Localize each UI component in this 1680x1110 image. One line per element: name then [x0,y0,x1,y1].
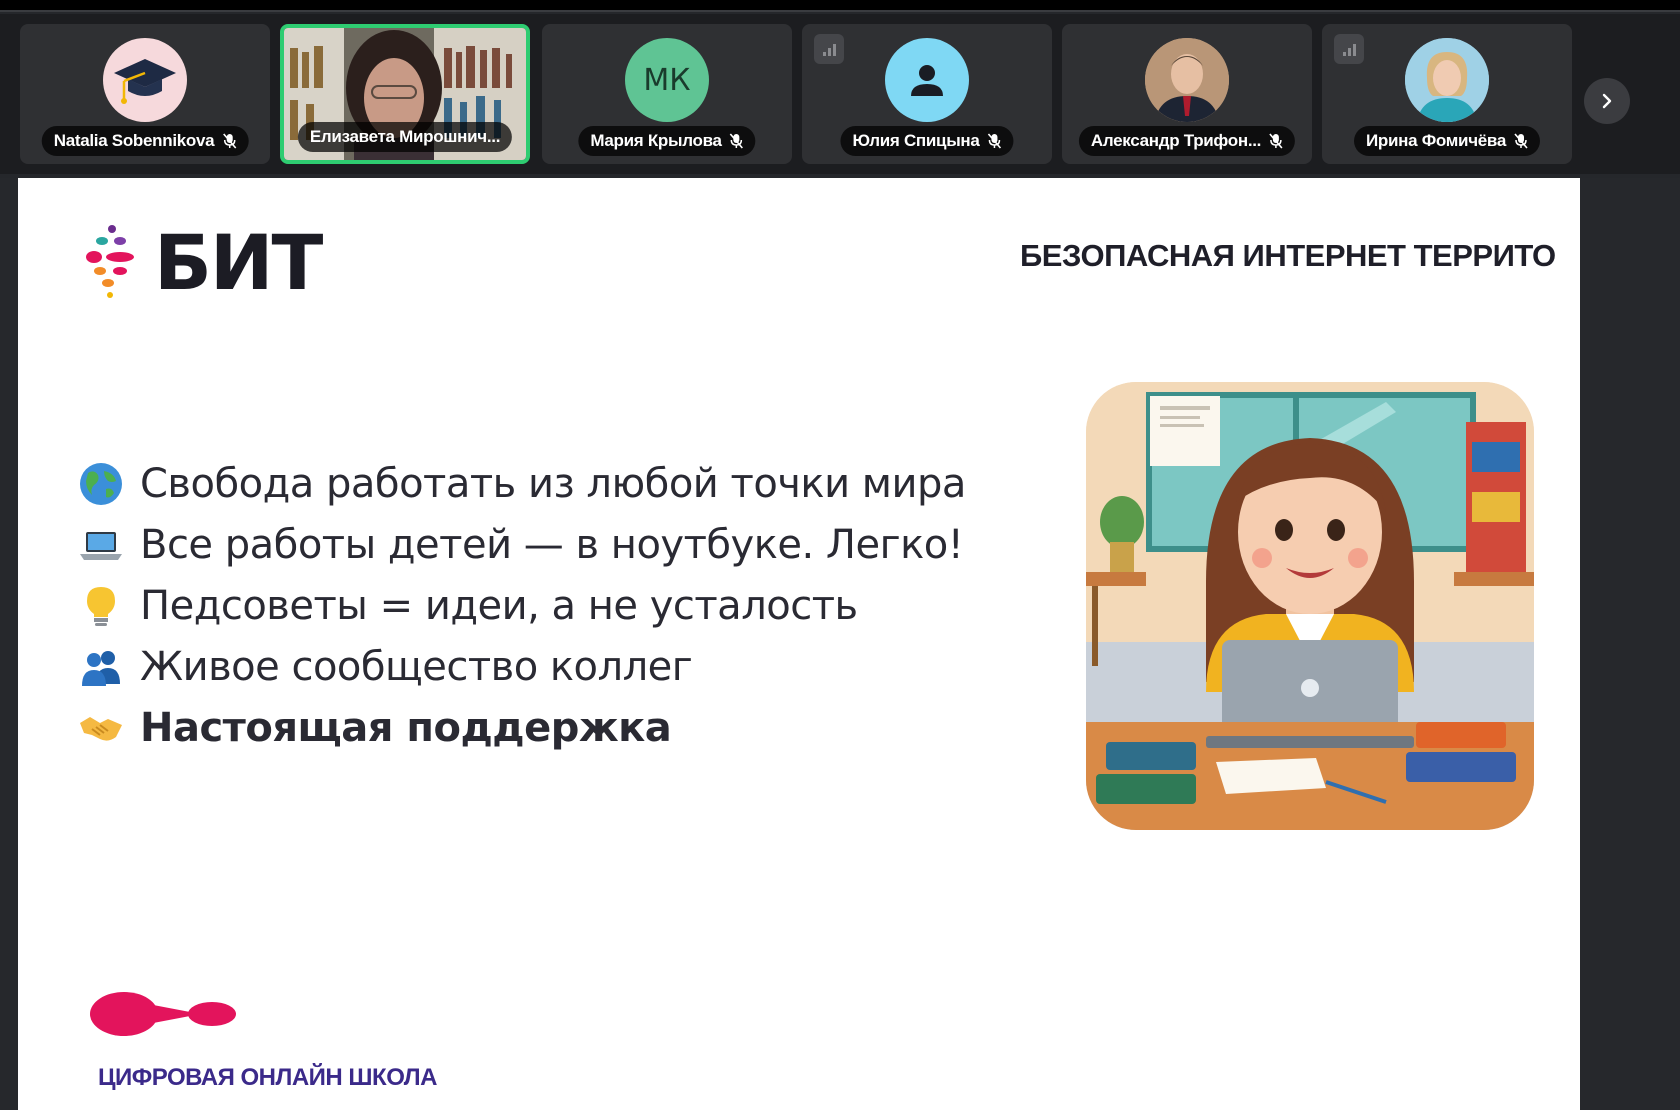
list-item: Педсоветы = идеи, а не усталость [76,575,966,636]
bullet-text: Педсоветы = идеи, а не усталость [140,582,858,629]
participant-name-pill: Юлия Спицына [840,126,1014,156]
person-avatar [885,38,969,122]
participant-name-pill: Natalia Sobennikova [41,126,249,156]
school-logo-mark [88,984,238,1049]
handshake-icon [76,703,126,753]
graduation-cap-avatar [103,38,187,122]
bit-logo: БИТ [80,218,323,307]
list-item: Свобода работать из любой точки мира [76,453,966,514]
slide-header-title: БЕЗОПАСНАЯ ИНТЕРНЕТ ТЕРРИТО [1020,238,1556,273]
participant-name: Александр Трифон... [1090,131,1262,150]
participant-tile-active[interactable]: Елизавета Мирошнич... [280,24,530,164]
next-participants-button[interactable] [1584,78,1630,124]
bullet-text: Все работы детей — в ноутбуке. Легко! [140,521,964,568]
mic-muted-icon [730,133,744,149]
laptop-icon [76,520,126,570]
stage-gutter-left [0,178,18,1110]
signal-strength-icon [814,34,844,64]
bullet-text: Свобода работать из любой точки мира [140,460,966,507]
school-name-text: ЦИФРОВАЯ ОНЛАЙН ШКОЛА [98,1064,437,1091]
teacher-illustration [1086,382,1534,830]
people-icon [76,642,126,692]
mic-muted-icon [987,133,1002,149]
bullet-text: Настоящая поддержка [140,704,672,751]
participant-tile[interactable]: Ирина Фомичёва [1322,24,1572,164]
avatar-initials: МК [643,62,691,98]
participant-tile[interactable]: Natalia Sobennikova [20,24,270,164]
list-item: Настоящая поддержка [76,697,966,758]
slide-bullet-list: Свобода работать из любой точки мира Все… [76,453,966,758]
participant-name-pill: Ирина Фомичёва [1353,126,1541,156]
window-top-bar [0,0,1680,12]
participant-name: Мария Крылова [590,131,722,150]
stage-gutter-right [1580,178,1680,1110]
person-icon [911,65,943,96]
participant-name-pill: Елизавета Мирошнич... [297,122,513,152]
participant-name: Ирина Фомичёва [1365,131,1507,150]
participant-tile[interactable]: Юлия Спицына [802,24,1052,164]
bit-logo-mark [86,224,134,298]
mic-muted-icon [1269,133,1283,149]
mic-muted-icon [1514,133,1528,149]
participant-tile[interactable]: Александр Трифон... [1062,24,1312,164]
participant-name: Natalia Sobennikova [53,131,215,150]
participant-name: Елизавета Мирошнич... [309,127,501,146]
participant-photo-avatar [1405,38,1489,122]
bullet-text: Живое сообщество коллег [140,643,693,690]
mic-muted-icon [222,133,236,149]
list-item: Все работы детей — в ноутбуке. Легко! [76,514,966,575]
participant-name-pill: Мария Крылова [578,126,756,156]
list-item: Живое сообщество коллег [76,636,966,697]
signal-strength-icon [1334,34,1364,64]
globe-icon [76,459,126,509]
participant-name: Юлия Спицына [852,131,980,150]
chevron-right-icon [1602,93,1612,109]
participant-photo-avatar [1145,38,1229,122]
participant-tile[interactable]: МК Мария Крылова [542,24,792,164]
participant-name-pill: Александр Трифон... [1078,126,1296,156]
participants-strip: Natalia Sobennikova Елизавета Мирошнич..… [0,14,1680,174]
presentation-slide: БИТ БЕЗОПАСНАЯ ИНТЕРНЕТ ТЕРРИТО Свобода … [18,178,1580,1110]
bit-logo-text: БИТ [154,218,323,307]
initials-avatar: МК [625,38,709,122]
lightbulb-icon [76,581,126,631]
